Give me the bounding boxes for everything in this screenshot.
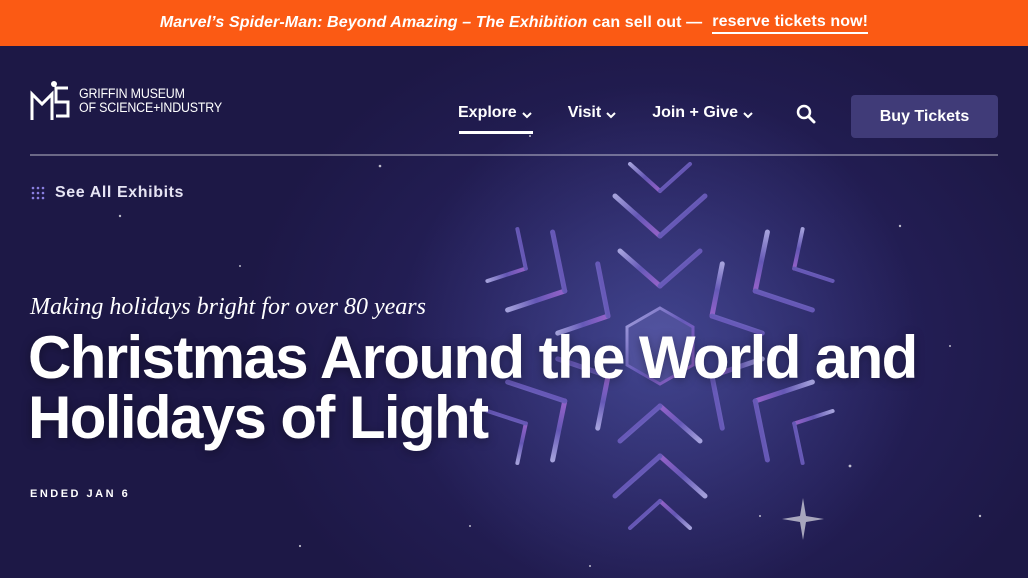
chevron-down-icon	[606, 111, 616, 118]
chevron-down-icon	[743, 111, 753, 118]
nav-join-give-label: Join + Give	[652, 104, 738, 121]
see-all-exhibits-link[interactable]: See All Exhibits	[31, 184, 184, 202]
hero-title: Christmas Around the World and Holidays …	[28, 324, 918, 451]
banner-exhibition-title: Marvel’s Spider-Man: Beyond Amazing – Th…	[159, 14, 588, 31]
see-all-exhibits-label: See All Exhibits	[55, 184, 185, 201]
grid-icon	[31, 186, 45, 200]
museum-logo[interactable]: GRIFFIN MUSEUM OF SCIENCE+INDUSTRY	[30, 80, 234, 122]
banner-text: can sell out —	[592, 14, 703, 31]
nav-explore-label: Explore	[458, 104, 517, 121]
nav-explore[interactable]: Explore	[458, 104, 533, 134]
hero-tagline: Making holidays bright for over 80 years	[30, 294, 426, 320]
header-divider	[30, 154, 998, 156]
buy-tickets-button[interactable]: Buy Tickets	[851, 95, 998, 138]
chevron-down-icon	[521, 111, 532, 118]
main-nav: Explore Visit Join + Give	[458, 104, 789, 134]
hero-section: GRIFFIN MUSEUM OF SCIENCE+INDUSTRY Explo…	[0, 46, 1028, 578]
msi-logo-icon	[30, 81, 70, 120]
nav-visit[interactable]: Visit	[568, 104, 617, 132]
announcement-banner: Marvel’s Spider-Man: Beyond Amazing – Th…	[0, 0, 1028, 46]
search-icon[interactable]	[796, 104, 816, 124]
nav-join-give[interactable]: Join + Give	[652, 104, 753, 132]
exhibit-status: ENDED JAN 6	[30, 488, 131, 500]
logo-line-2: OF SCIENCE+INDUSTRY	[79, 100, 222, 115]
logo-line-1: GRIFFIN MUSEUM	[79, 86, 185, 101]
nav-visit-label: Visit	[567, 104, 602, 121]
reserve-tickets-link[interactable]: reserve tickets now!	[712, 13, 869, 34]
logo-text: GRIFFIN MUSEUM OF SCIENCE+INDUSTRY	[79, 87, 222, 115]
